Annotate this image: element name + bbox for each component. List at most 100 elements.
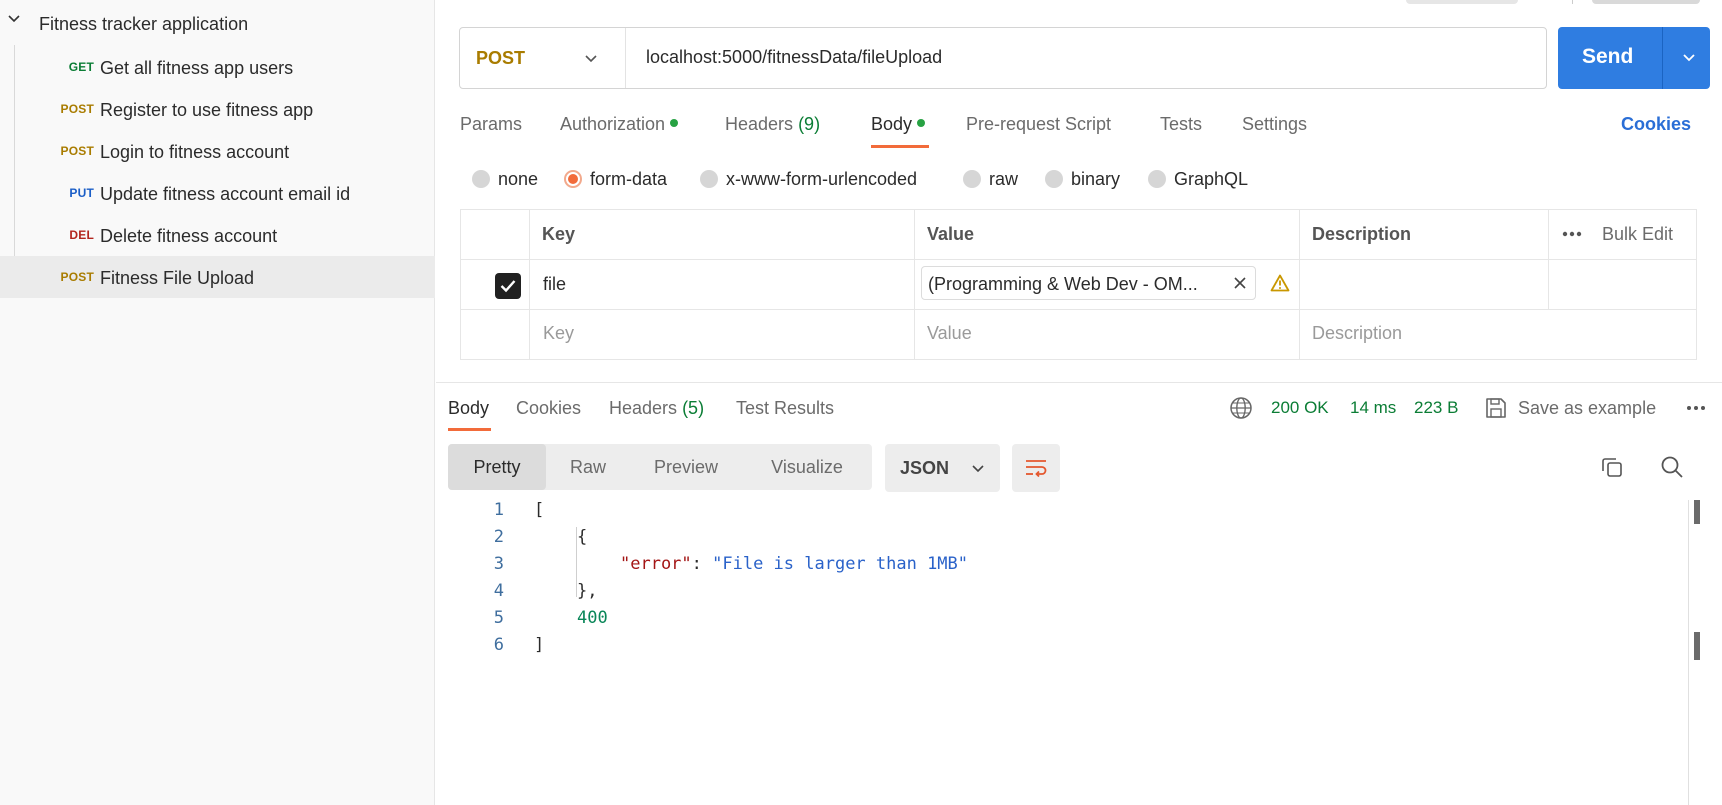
tab-headers[interactable]: Headers (9): [725, 114, 820, 135]
table-row-value-cell[interactable]: (Programming & Web Dev - OM...: [915, 260, 1300, 310]
format-visualize[interactable]: Visualize: [742, 444, 872, 490]
radio-circle-selected: [564, 170, 582, 188]
top-toolbar-button[interactable]: [1406, 0, 1518, 4]
save-icon[interactable]: [1484, 396, 1508, 420]
radio-binary[interactable]: binary: [1045, 168, 1120, 190]
bulk-edit-button[interactable]: Bulk Edit: [1602, 224, 1673, 245]
response-tab-headers[interactable]: Headers (5): [609, 398, 704, 419]
language-select[interactable]: JSON: [885, 444, 1000, 492]
tab-body[interactable]: Body: [871, 114, 926, 135]
response-tab-test-results[interactable]: Test Results: [736, 398, 834, 419]
active-tab-indicator: [871, 145, 929, 148]
postman-app: Fitness tracker application GET Get all …: [0, 0, 1722, 805]
chevron-down-icon[interactable]: [7, 12, 21, 26]
chevron-down-icon: [585, 55, 597, 63]
tab-tests[interactable]: Tests: [1160, 114, 1202, 135]
radio-none[interactable]: none: [472, 168, 538, 190]
radio-x-www-form-urlencoded[interactable]: x-www-form-urlencoded: [700, 168, 917, 190]
radio-graphql[interactable]: GraphQL: [1148, 168, 1248, 190]
table-header-description: Description: [1300, 210, 1549, 260]
file-chip[interactable]: (Programming & Web Dev - OM...: [921, 266, 1256, 300]
sidebar-request-item-active[interactable]: POST Fitness File Upload: [0, 256, 435, 298]
more-options-icon[interactable]: [1685, 404, 1707, 412]
table-new-value-cell[interactable]: Value: [915, 310, 1300, 360]
sidebar-request-item[interactable]: DEL Delete fitness account: [0, 214, 435, 256]
table-new-description-cell[interactable]: Description: [1300, 310, 1697, 360]
response-size[interactable]: 223 B: [1414, 398, 1458, 418]
table-header-actions: Bulk Edit: [1549, 210, 1697, 260]
search-icon[interactable]: [1660, 455, 1684, 479]
radio-label: x-www-form-urlencoded: [726, 168, 918, 189]
file-name: (Programming & Web Dev - OM...: [928, 274, 1198, 294]
tab-pre-request-script[interactable]: Pre-request Script: [966, 114, 1111, 135]
copy-icon[interactable]: [1600, 455, 1624, 479]
url-input[interactable]: [646, 47, 1526, 68]
collection-title[interactable]: Fitness tracker application: [39, 14, 248, 35]
format-raw[interactable]: Raw: [546, 444, 630, 490]
radio-label: none: [498, 168, 539, 189]
code-scrollbar-track[interactable]: [1688, 500, 1689, 805]
json-value: "File is larger than 1MB": [712, 554, 969, 574]
warning-icon[interactable]: [1270, 274, 1290, 292]
chevron-down-icon[interactable]: [1682, 51, 1696, 65]
response-tab-cookies[interactable]: Cookies: [516, 398, 581, 419]
row-checkbox[interactable]: [495, 273, 521, 299]
close-icon[interactable]: [1232, 275, 1248, 291]
table-row-checkbox-cell: [461, 310, 530, 360]
table-header-key: Key: [530, 210, 915, 260]
column-header: Value: [927, 224, 975, 244]
save-as-example-button[interactable]: Save as example: [1518, 398, 1656, 419]
tab-params[interactable]: Params: [460, 114, 522, 135]
sidebar: Fitness tracker application GET Get all …: [0, 0, 435, 805]
method-badge: DEL: [69, 228, 94, 242]
radio-form-data[interactable]: form-data: [564, 168, 667, 190]
code-line: {: [577, 527, 588, 547]
send-button[interactable]: Send: [1558, 27, 1710, 89]
code-line: },: [577, 581, 598, 601]
radio-raw[interactable]: raw: [963, 168, 1018, 190]
code-line: 400: [577, 608, 608, 628]
language-select-value: JSON: [900, 458, 950, 478]
response-tab-body[interactable]: Body: [448, 398, 489, 419]
method-select[interactable]: POST: [460, 28, 626, 88]
send-divider: [1662, 27, 1663, 89]
tab-label: Body: [871, 114, 913, 134]
chevron-down-icon: [972, 465, 984, 473]
method-badge: POST: [60, 144, 94, 158]
format-pretty[interactable]: Pretty: [448, 444, 546, 490]
top-toolbar-button[interactable]: [1592, 0, 1700, 4]
line-number: 4: [493, 581, 504, 601]
pane-divider[interactable]: [436, 382, 1722, 383]
radio-circle: [1148, 170, 1166, 188]
radio-circle: [963, 170, 981, 188]
cookies-link[interactable]: Cookies: [1621, 114, 1691, 135]
format-preview[interactable]: Preview: [630, 444, 742, 490]
sidebar-request-item[interactable]: PUT Update fitness account email id: [0, 172, 435, 214]
status-code[interactable]: 200 OK: [1271, 398, 1329, 418]
response-time[interactable]: 14 ms: [1350, 398, 1396, 418]
tab-settings[interactable]: Settings: [1242, 114, 1307, 135]
code-line: ]: [534, 635, 545, 655]
tab-count: (5): [682, 398, 705, 418]
sidebar-request-item[interactable]: POST Register to use fitness app: [0, 88, 435, 130]
checkmark-icon: [500, 280, 516, 293]
active-tab-indicator: [448, 428, 491, 431]
sidebar-request-item[interactable]: POST Login to fitness account: [0, 130, 435, 172]
radio-circle: [472, 170, 490, 188]
word-wrap-button[interactable]: [1012, 444, 1060, 492]
scrollbar-marker: [1694, 500, 1700, 524]
sidebar-request-item[interactable]: GET Get all fitness app users: [0, 46, 435, 88]
value-placeholder: Value: [927, 323, 972, 343]
tab-count: (9): [798, 114, 821, 134]
globe-icon[interactable]: [1229, 396, 1253, 420]
line-number: 5: [493, 608, 504, 628]
table-row-key-cell[interactable]: file: [530, 260, 915, 310]
table-new-key-cell[interactable]: Key: [530, 310, 915, 360]
more-options-icon[interactable]: [1561, 230, 1583, 238]
radio-label: raw: [989, 168, 1019, 189]
request-name: Login to fitness account: [100, 142, 290, 162]
code-line: "error": "File is larger than 1MB": [620, 554, 968, 574]
tab-authorization[interactable]: Authorization: [560, 114, 679, 135]
request-name: Update fitness account email id: [100, 184, 351, 204]
table-row-description-cell[interactable]: [1300, 260, 1549, 310]
